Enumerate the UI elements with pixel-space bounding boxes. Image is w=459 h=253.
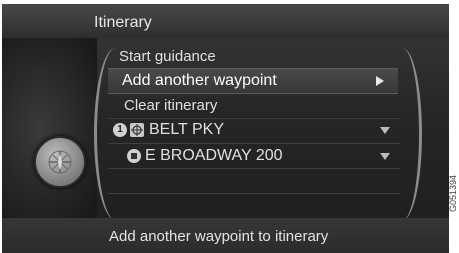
- menu-item-add-waypoint-label: Add another waypoint: [122, 72, 277, 89]
- chevron-right-icon: [376, 76, 384, 86]
- divider: [108, 118, 400, 119]
- divider: [108, 168, 400, 169]
- waypoint-name[interactable]: BELT PKY: [149, 121, 224, 139]
- figure-reference: G051394: [448, 174, 458, 212]
- divider: [108, 193, 400, 194]
- waypoint-flag-icon: [130, 123, 144, 137]
- divider: [108, 143, 400, 144]
- navigation-knob-icon[interactable]: [34, 136, 86, 188]
- left-panel: [2, 38, 97, 218]
- waypoint-number-badge: 1: [113, 123, 127, 137]
- menu-item-clear-itinerary[interactable]: Clear itinerary: [124, 97, 217, 114]
- destination-icon: [127, 149, 141, 163]
- page-title: Itinerary: [94, 14, 152, 31]
- chevron-down-icon[interactable]: [380, 153, 390, 160]
- chevron-down-icon[interactable]: [380, 127, 390, 134]
- nav-screen: Itinerary Start guidance Add another way…: [2, 0, 449, 253]
- title-bar: Itinerary: [2, 4, 449, 38]
- compass-icon: [48, 150, 72, 174]
- status-text: Add another waypoint to itinerary: [109, 228, 329, 245]
- menu-item-start-guidance[interactable]: Start guidance: [119, 48, 216, 65]
- waypoint-name[interactable]: E BROADWAY 200: [145, 147, 283, 165]
